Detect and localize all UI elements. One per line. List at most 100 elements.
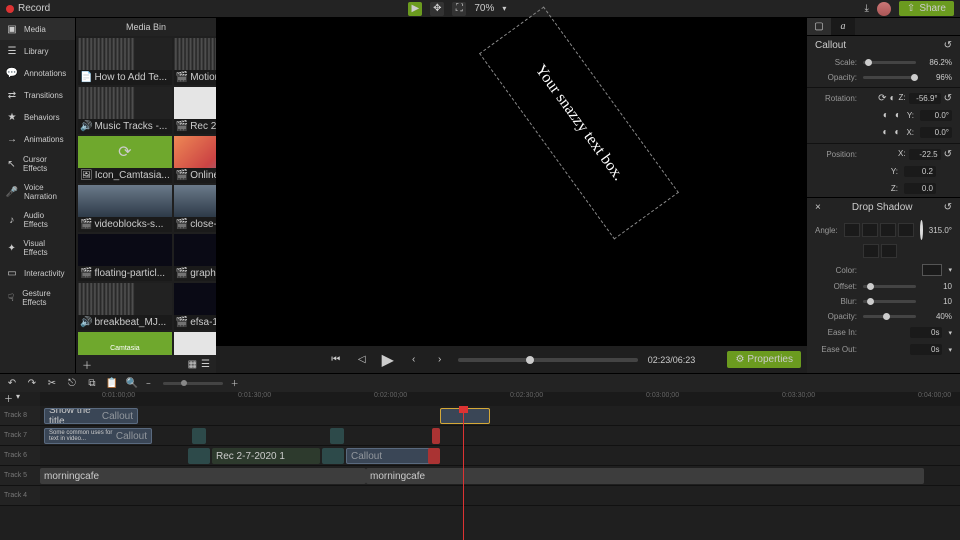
track-label[interactable]: Track 5: [0, 466, 40, 485]
media-item[interactable]: 🎬close-up-of-yo...: [174, 185, 216, 232]
paste-button[interactable]: 📋: [106, 377, 118, 389]
rotate-z-icon[interactable]: ⟳: [878, 93, 886, 104]
copy-button[interactable]: ⧉: [86, 377, 98, 389]
shadow-opacity-slider[interactable]: [863, 315, 916, 318]
add-track-button[interactable]: ＋: [4, 392, 13, 405]
track-label[interactable]: Track 6: [0, 446, 40, 465]
reset-icon[interactable]: ↺: [944, 40, 952, 51]
clip-marker[interactable]: [330, 428, 344, 444]
media-item[interactable]: 🔊Music Tracks -...: [78, 87, 172, 134]
media-item[interactable]: 🎬Online Educati...: [174, 136, 216, 183]
sidebar-item-media[interactable]: ▣Media: [0, 18, 75, 40]
play-button[interactable]: ▶: [380, 352, 396, 368]
step-back-button[interactable]: ◁: [354, 352, 370, 368]
rotation-x[interactable]: 0.0°: [920, 127, 952, 138]
zoom-level[interactable]: 70%: [474, 3, 494, 14]
export-icon[interactable]: ⤓: [865, 3, 869, 14]
opacity-value[interactable]: 96%: [922, 73, 952, 82]
clip-marker[interactable]: [432, 428, 440, 444]
clip-callout[interactable]: Show the title Callout: [44, 408, 138, 424]
sidebar-item-cursor[interactable]: ↖Cursor Effects: [0, 150, 75, 178]
rotate-x-icon[interactable]: ◐: [882, 127, 888, 138]
sidebar-item-library[interactable]: ☰Library: [0, 40, 75, 62]
grid-view-icon[interactable]: ▦: [188, 359, 197, 370]
zoom-dropdown-icon[interactable]: ▾: [502, 4, 506, 13]
reset-shadow-icon[interactable]: ↺: [944, 202, 952, 213]
angle-presets[interactable]: [844, 223, 914, 237]
media-item[interactable]: 🎬Rec 2-7-2020 1: [174, 87, 216, 134]
properties-button[interactable]: ⚙ Properties: [727, 351, 801, 368]
media-item[interactable]: Camtasia🖼Logo_Hrz_Ca...: [78, 332, 172, 355]
edit-tool-icon[interactable]: ▶: [408, 2, 422, 16]
scale-value[interactable]: 86.2%: [922, 58, 952, 67]
sidebar-item-transitions[interactable]: ⇄Transitions: [0, 84, 75, 106]
position-z[interactable]: 0.0: [904, 183, 936, 194]
position-x[interactable]: -22.5: [909, 149, 941, 160]
sidebar-item-annotations[interactable]: 💬Annotations: [0, 62, 75, 84]
next-clip-button[interactable]: ›: [432, 352, 448, 368]
scale-slider[interactable]: [863, 61, 916, 64]
shadow-opacity-value[interactable]: 40%: [922, 312, 952, 321]
blur-slider[interactable]: [863, 300, 916, 303]
clip-marker[interactable]: [192, 428, 206, 444]
sidebar-item-behaviors[interactable]: ★Behaviors: [0, 106, 75, 128]
angle-wheel[interactable]: [920, 220, 923, 240]
rotation-z[interactable]: -56.9°: [909, 93, 941, 104]
media-item[interactable]: 🎬efsa-1-11-1269: [174, 283, 216, 330]
easeout-value[interactable]: 0s: [910, 344, 942, 355]
reset-z-icon[interactable]: ↺: [944, 93, 952, 104]
media-item[interactable]: 🎬floating-particl...: [78, 234, 172, 281]
playhead[interactable]: 0:02:23;07: [463, 406, 464, 540]
split-button[interactable]: ⎋: [66, 377, 78, 389]
cut-button[interactable]: ✂: [46, 377, 58, 389]
offset-value[interactable]: 10: [922, 282, 952, 291]
clip-video[interactable]: Rec 2-7-2020 1: [212, 448, 320, 464]
sidebar-item-visual-fx[interactable]: ✦Visual Effects: [0, 234, 75, 262]
offset-slider[interactable]: [863, 285, 916, 288]
track-label[interactable]: Track 7: [0, 426, 40, 445]
shadow-color-well[interactable]: [922, 264, 942, 276]
sidebar-item-voice[interactable]: 🎤Voice Narration: [0, 178, 75, 206]
track-options-icon[interactable]: ▾: [16, 392, 20, 405]
canvas-stage[interactable]: Your snazzy text box.: [216, 18, 807, 345]
pan-tool-icon[interactable]: ✥: [430, 2, 444, 16]
clip-audio[interactable]: morningcafe: [366, 468, 924, 484]
redo-button[interactable]: ↷: [26, 377, 38, 389]
media-item[interactable]: ⟳🖼Icon_Camtasia...: [78, 136, 172, 183]
user-avatar[interactable]: [877, 2, 891, 16]
angle-presets-2[interactable]: [863, 244, 897, 258]
media-item[interactable]: 🔊breakbeat_MJ...: [78, 283, 172, 330]
clip-callout[interactable]: Some common uses for text in video... Ca…: [44, 428, 152, 444]
track-label[interactable]: Track 4: [0, 486, 40, 505]
rotate-3d-icon[interactable]: ◐: [894, 127, 900, 138]
visual-props-tab[interactable]: ▢: [807, 18, 831, 35]
opacity-slider[interactable]: [863, 76, 916, 79]
share-button[interactable]: ⇧ Share: [899, 1, 954, 16]
text-props-tab[interactable]: a: [831, 18, 855, 35]
sidebar-item-animations[interactable]: →Animations: [0, 128, 75, 150]
rotate-3d-icon[interactable]: ◐: [895, 110, 901, 121]
crop-tool-icon[interactable]: ⛶: [452, 2, 466, 16]
sidebar-item-audio-fx[interactable]: ♪Audio Effects: [0, 206, 75, 234]
add-media-button[interactable]: ＋: [82, 357, 92, 372]
clip-marker[interactable]: [428, 448, 440, 464]
zoom-out-button[interactable]: 🔍: [126, 377, 138, 389]
rotate-y-icon[interactable]: ◐: [883, 110, 889, 121]
playback-scrubber[interactable]: [458, 358, 638, 362]
media-item[interactable]: 🎬videoblocks-s...: [78, 185, 172, 232]
media-item[interactable]: 🎬graphicstock-c...: [174, 234, 216, 281]
angle-value[interactable]: 315.0°: [929, 226, 952, 235]
undo-button[interactable]: ↶: [6, 377, 18, 389]
clip-callout[interactable]: Callout: [346, 448, 436, 464]
track-label[interactable]: Track 8: [0, 406, 40, 425]
easein-value[interactable]: 0s: [910, 327, 942, 338]
rotation-y[interactable]: 0.0°: [920, 110, 952, 121]
selected-callout[interactable]: Your snazzy text box.: [479, 7, 679, 240]
timeline-zoom-slider[interactable]: [163, 382, 223, 385]
prev-clip-button[interactable]: ⏮: [328, 352, 344, 368]
record-button[interactable]: Record: [6, 3, 50, 14]
media-item[interactable]: 🎬Motion Graphi...: [174, 38, 216, 85]
clip-audio[interactable]: morningcafe: [40, 468, 366, 484]
position-y[interactable]: 0.2: [904, 166, 936, 177]
rotate-3d-icon[interactable]: ◐: [889, 93, 895, 104]
